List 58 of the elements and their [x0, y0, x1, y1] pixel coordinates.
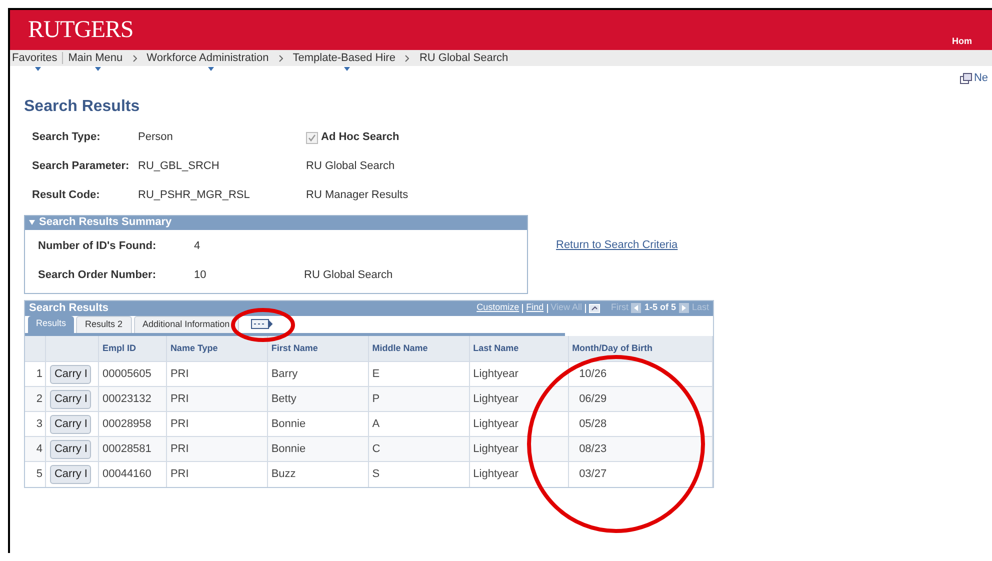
checkbox-label: Ad Hoc Search — [321, 130, 400, 146]
field-label: Search Parameter: — [32, 159, 130, 174]
row-range: 1-5 of 5 — [644, 301, 676, 314]
breadcrumb-link[interactable]: RU Global Search — [419, 50, 508, 66]
grid-title: Search Results — [29, 300, 108, 316]
home-link[interactable]: Hom — [952, 34, 972, 48]
column-header: Name Type — [170, 343, 218, 353]
annotation-ellipse — [231, 308, 295, 342]
grid-tab[interactable]: Results 2 — [76, 316, 132, 332]
breadcrumb-link[interactable]: Favorites — [12, 50, 58, 66]
logo: RUTGERS — [28, 16, 134, 45]
column-header: Empl ID — [102, 343, 136, 353]
field-label: Search Type: — [32, 130, 102, 146]
carry-id-button[interactable]: Carry I — [50, 464, 92, 484]
next-icon[interactable] — [678, 303, 689, 313]
field-description: RU Global Search — [304, 268, 393, 284]
table-cell: 00044160 — [98, 462, 167, 486]
column-header: Month/Day of Birth — [572, 343, 653, 353]
column-header: Middle Name — [372, 343, 428, 353]
table-cell: 03/27 — [568, 462, 712, 486]
page-title: Search Results — [24, 96, 141, 116]
field-value: RU_GBL_SRCH — [138, 159, 220, 174]
collapse-icon — [29, 220, 35, 225]
columns-icon — [250, 319, 273, 329]
row-number: 5 — [25, 462, 46, 486]
carry-id-button[interactable]: Carry I — [50, 414, 92, 434]
column-header: Last Name — [473, 343, 519, 353]
previous-icon[interactable] — [631, 303, 642, 313]
checkmark-icon — [308, 134, 316, 142]
field-label: Result Code: — [32, 188, 101, 204]
chevron-icon — [278, 54, 283, 62]
field-label: Number of ID's Found: — [38, 239, 158, 254]
new-window-icon — [960, 72, 972, 84]
breadcrumb-link[interactable]: Main Menu — [68, 50, 123, 66]
table-cell: PRI — [166, 462, 268, 486]
chevron-icon — [405, 54, 410, 62]
field-value: RU_PSHR_MGR_RSL — [138, 188, 251, 204]
carry-id-button[interactable]: Carry I — [50, 440, 92, 458]
breadcrumb-link[interactable]: Workforce Administration — [146, 50, 269, 66]
return-link[interactable]: Return to Search Criteria — [556, 236, 678, 253]
new-window-link[interactable]: Ne — [974, 70, 988, 86]
field-label: Search Order Number: — [38, 268, 157, 284]
carry-id-button[interactable]: Carry I — [50, 364, 92, 384]
download-icon[interactable] — [588, 304, 600, 312]
field-value: 10 — [194, 268, 208, 284]
field-value: Person — [138, 130, 174, 146]
summary-title: Search Results Summary — [39, 215, 172, 230]
grid-tab[interactable]: Additional Information — [134, 316, 239, 332]
table-cell: Lightyear — [470, 462, 569, 486]
breadcrumb-link[interactable]: Template-Based Hire — [292, 50, 396, 66]
carry-id-button[interactable]: Carry I — [50, 390, 92, 408]
column-header: First Name — [271, 343, 318, 353]
table-cell: S — [368, 462, 470, 486]
chevron-icon — [132, 54, 137, 62]
table-cell: Buzz — [268, 462, 369, 486]
field-description: RU Manager Results — [306, 188, 408, 204]
field-value: 4 — [194, 239, 202, 254]
field-description: RU Global Search — [306, 159, 395, 174]
